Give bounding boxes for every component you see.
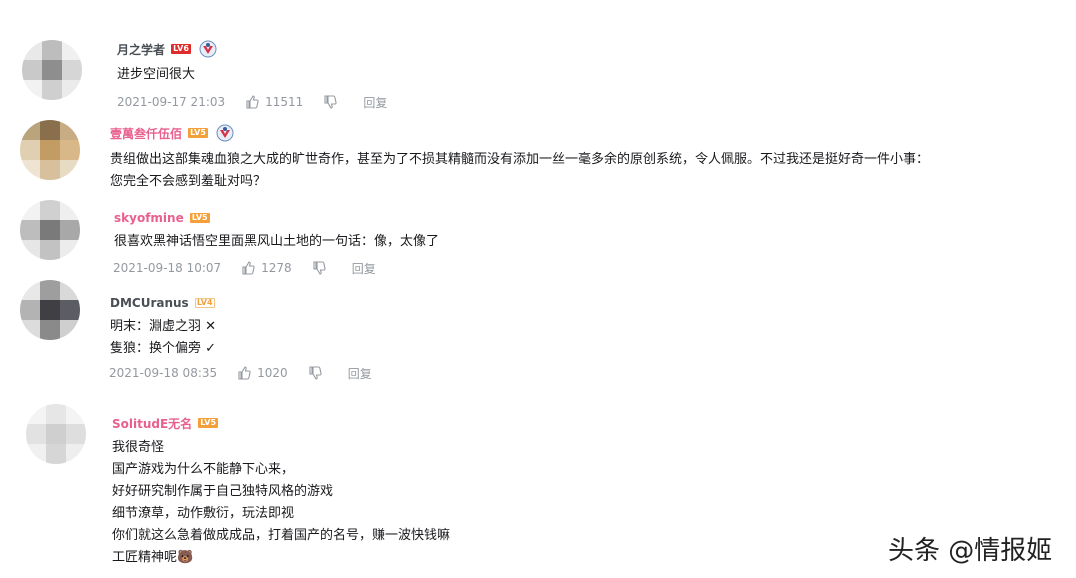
- avatar[interactable]: [26, 404, 86, 464]
- medal-icon: [199, 40, 217, 58]
- level-badge: LV5: [198, 418, 219, 428]
- reply-button[interactable]: 回复: [352, 260, 376, 277]
- reply-button[interactable]: 回复: [348, 365, 372, 382]
- like-icon[interactable]: [245, 95, 259, 109]
- username[interactable]: DMCUranus: [110, 296, 189, 310]
- avatar[interactable]: [22, 40, 82, 100]
- comment-text: 贵组做出这部集魂血狼之大成的旷世奇作，甚至为了不损其精髓而没有添加一丝一毫多余的…: [110, 152, 930, 189]
- like-count: 11511: [265, 95, 304, 109]
- like-icon[interactable]: [237, 366, 251, 380]
- comment-time: 2021-09-17 21:03: [117, 95, 226, 109]
- username[interactable]: SolitudE无名: [112, 415, 192, 432]
- username[interactable]: 月之学者: [117, 41, 165, 58]
- comment-text: 很喜欢黑神话悟空里面黑风山土地的一句话：像，太像了: [114, 234, 440, 249]
- like-count: 1020: [257, 366, 288, 380]
- comment-text: 明末：淵虚之羽 ✕ 隻狼：换个偏旁 ✓: [110, 319, 217, 356]
- avatar[interactable]: [20, 280, 80, 340]
- reply-button[interactable]: 回复: [363, 94, 387, 111]
- comment-text: 进步空间很大: [117, 67, 196, 82]
- dislike-icon[interactable]: [312, 261, 326, 275]
- username[interactable]: 壹萬叁仟伍佰: [110, 125, 182, 142]
- like-icon[interactable]: [241, 261, 255, 275]
- watermark: 头条 @情报姬: [888, 536, 1053, 566]
- comment-time: 2021-09-18 08:35: [109, 366, 218, 380]
- level-badge: LV6: [171, 44, 192, 54]
- dislike-icon[interactable]: [308, 366, 322, 380]
- like-count: 1278: [261, 261, 292, 275]
- username[interactable]: skyofmine: [114, 211, 184, 225]
- comment-time: 2021-09-18 10:07: [113, 261, 222, 275]
- avatar[interactable]: [20, 200, 80, 260]
- level-badge: LV5: [189, 213, 210, 223]
- avatar[interactable]: [20, 120, 80, 180]
- medal-icon: [216, 124, 234, 142]
- level-badge: LV4: [194, 298, 215, 308]
- comment-text: 我很奇怪 国产游戏为什么不能静下心来， 好好研究制作属于自己独特风格的游戏 细节…: [112, 440, 451, 565]
- dislike-icon[interactable]: [323, 95, 337, 109]
- level-badge: LV5: [188, 128, 209, 138]
